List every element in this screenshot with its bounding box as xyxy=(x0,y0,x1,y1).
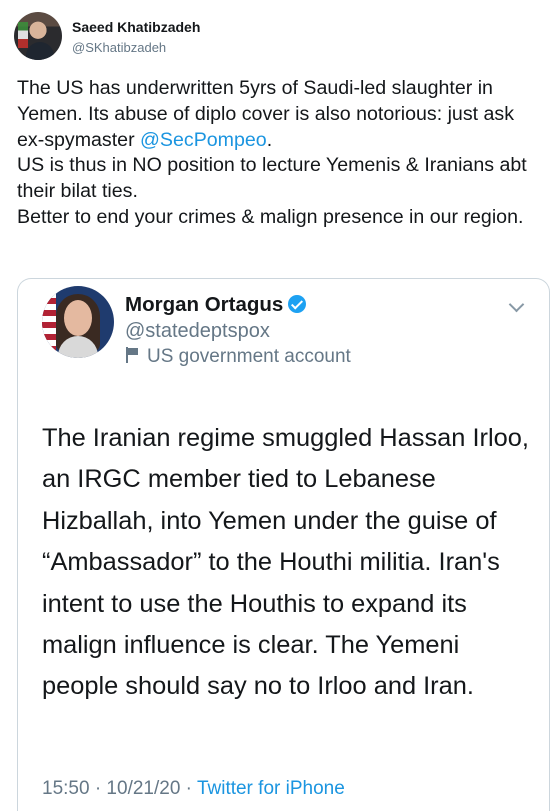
author-name[interactable]: Saeed Khatibzadeh xyxy=(72,19,200,35)
tweet-paragraph-2: US is thus in NO position to lecture Yem… xyxy=(17,154,527,203)
tweet-paragraph-3: Better to end your crimes & malign prese… xyxy=(17,205,524,228)
tweet-paragraph-1: The US has underwritten 5yrs of Saudi-le… xyxy=(17,76,539,153)
author-avatar[interactable] xyxy=(14,12,62,60)
tweet-text-part: . xyxy=(266,128,273,151)
quoted-tweet-time[interactable]: 15:50 · 10/21/20 · xyxy=(42,778,197,799)
avatar-face xyxy=(64,300,92,336)
quoted-author-avatar[interactable] xyxy=(42,286,114,358)
quoted-tweet-card[interactable]: Morgan Ortagus @statedeptspox US governm… xyxy=(17,278,550,811)
tweet-text: The US has underwritten 5yrs of Saudi-le… xyxy=(17,76,539,231)
quoted-author-handle[interactable]: @statedeptspox xyxy=(125,320,270,343)
quoted-tweet-meta: 15:50 · 10/21/20 · Twitter for iPhone xyxy=(42,778,345,800)
quoted-author-name-row[interactable]: Morgan Ortagus xyxy=(125,293,307,317)
avatar-flag-stripes xyxy=(42,286,56,358)
quoted-author-name[interactable]: Morgan Ortagus xyxy=(125,293,283,316)
avatar-flag xyxy=(18,22,28,48)
quoted-tweet-text: The Iranian regime smuggled Hassan Irloo… xyxy=(42,424,529,701)
quoted-tweet-source[interactable]: Twitter for iPhone xyxy=(197,778,345,799)
account-label-text: US government account xyxy=(147,346,351,367)
avatar-suit xyxy=(26,42,54,60)
government-account-label[interactable]: US government account xyxy=(125,346,351,368)
chevron-down-icon[interactable] xyxy=(508,296,525,313)
verified-badge-icon xyxy=(288,295,307,313)
mention-link[interactable]: @SecPompeo xyxy=(140,129,267,151)
government-flag-icon xyxy=(125,347,139,363)
author-handle[interactable]: @SKhatibzadeh xyxy=(72,40,166,55)
